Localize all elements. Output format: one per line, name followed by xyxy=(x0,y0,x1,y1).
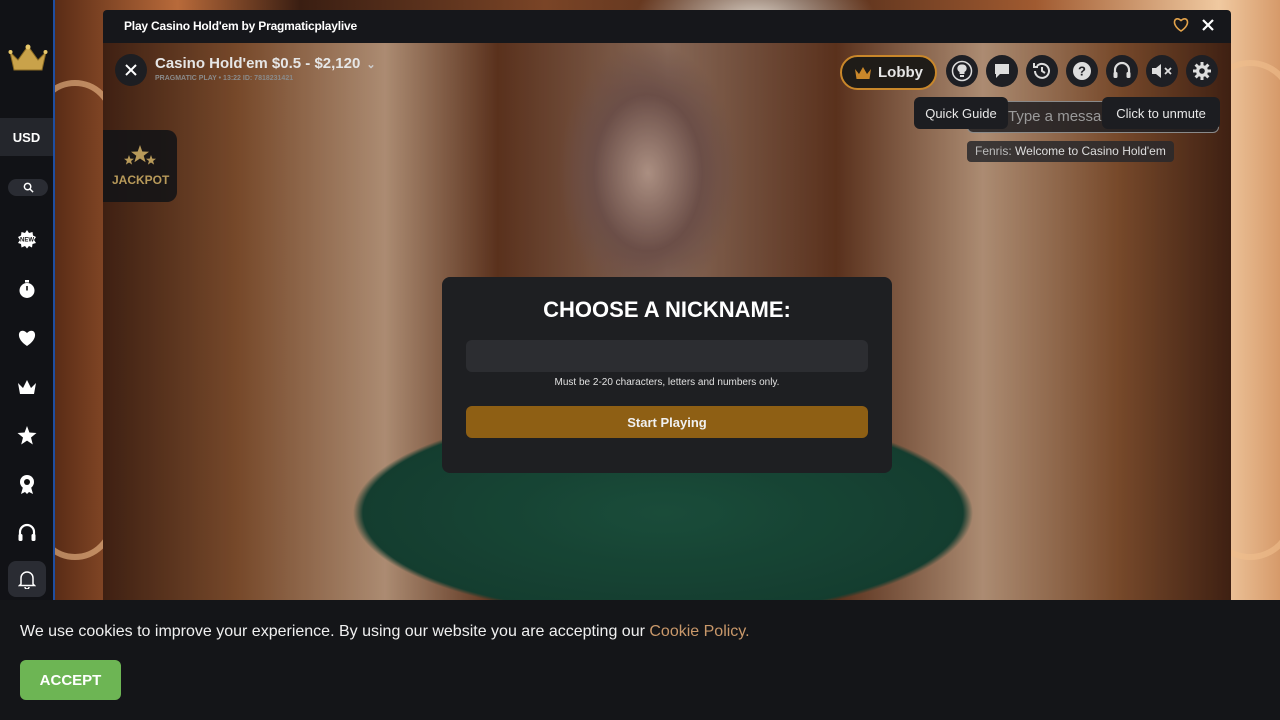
game-view: Casino Hold'em $0.5 - $2,120 ⌄ PRAGMATIC … xyxy=(103,43,1231,600)
search-icon xyxy=(23,182,34,193)
gear-icon xyxy=(1193,62,1211,80)
bell-icon xyxy=(18,570,36,589)
chat-icon xyxy=(995,64,1009,78)
help-icon: ? xyxy=(1073,62,1091,80)
new-badge-icon[interactable]: NEW xyxy=(14,226,40,252)
left-sidebar: USD NEW xyxy=(0,0,55,600)
close-icon xyxy=(125,64,137,76)
modal-title: CHOOSE A NICKNAME: xyxy=(543,297,791,322)
heart-icon[interactable] xyxy=(14,325,40,351)
jackpot-badge[interactable]: JACKPOT xyxy=(103,130,177,202)
support-button[interactable] xyxy=(1106,55,1138,87)
speaker-muted-icon xyxy=(1152,64,1172,78)
window-title: Play Casino Hold'em by Pragmaticplaylive xyxy=(124,19,357,33)
chat-text: Welcome to Casino Hold'em xyxy=(1015,144,1166,158)
nickname-modal: CHOOSE A NICKNAME: Must be 2-20 characte… xyxy=(442,277,892,473)
crown-icon xyxy=(855,66,871,79)
chat-message: Fenris: Welcome to Casino Hold'em xyxy=(967,141,1174,162)
game-name-label: Casino Hold'em $0.5 - $2,120 xyxy=(155,55,361,72)
window-titlebar: Play Casino Hold'em by Pragmaticplaylive xyxy=(103,10,1231,43)
close-window-icon[interactable] xyxy=(1201,18,1217,34)
quick-guide-tooltip: Quick Guide xyxy=(914,97,1008,129)
lobby-label: Lobby xyxy=(878,64,923,81)
help-button[interactable]: ? xyxy=(1066,55,1098,87)
headset-icon[interactable] xyxy=(14,520,40,546)
search-button[interactable] xyxy=(8,179,48,196)
cookie-policy-link[interactable]: Cookie Policy. xyxy=(649,623,749,640)
start-playing-button[interactable]: Start Playing xyxy=(466,406,868,438)
notifications-button[interactable] xyxy=(8,561,46,597)
favorite-heart-icon[interactable] xyxy=(1173,17,1191,35)
currency-selector[interactable]: USD xyxy=(0,118,53,156)
mute-toggle-button[interactable] xyxy=(1146,55,1178,87)
chevron-down-icon: ⌄ xyxy=(366,59,376,71)
nickname-hint: Must be 2-20 characters, letters and num… xyxy=(554,377,780,388)
stopwatch-icon[interactable] xyxy=(14,276,40,302)
cookie-message: We use cookies to improve your experienc… xyxy=(20,623,645,640)
lightbulb-icon xyxy=(951,60,973,82)
stars-icon xyxy=(124,145,156,165)
game-window: Play Casino Hold'em by Pragmaticplaylive… xyxy=(103,10,1231,600)
star-icon[interactable] xyxy=(14,422,40,448)
lobby-button[interactable]: Lobby xyxy=(840,55,937,90)
game-provider-info: PRAGMATIC PLAY • 13:22 ID: 7818231421 xyxy=(155,75,294,82)
crown-icon[interactable] xyxy=(14,374,40,400)
history-icon xyxy=(1033,62,1050,79)
nickname-input[interactable] xyxy=(466,340,868,372)
cookie-text: We use cookies to improve your experienc… xyxy=(20,623,750,641)
headset-icon xyxy=(1113,61,1131,78)
unmute-tooltip: Click to unmute xyxy=(1102,97,1220,129)
close-game-button[interactable] xyxy=(115,54,147,86)
history-button[interactable] xyxy=(1026,55,1058,87)
chat-author: Fenris: xyxy=(975,144,1012,158)
quick-guide-button[interactable] xyxy=(946,55,978,87)
svg-text:?: ? xyxy=(1078,64,1086,79)
crown-logo-icon[interactable] xyxy=(8,42,48,74)
award-icon[interactable] xyxy=(14,471,40,497)
game-name-dropdown[interactable]: Casino Hold'em $0.5 - $2,120 ⌄ xyxy=(155,55,376,72)
cookie-banner: We use cookies to improve your experienc… xyxy=(0,600,1280,720)
jackpot-label: JACKPOT xyxy=(112,173,170,187)
svg-text:NEW: NEW xyxy=(20,238,34,244)
chat-button[interactable] xyxy=(986,55,1018,87)
settings-button[interactable] xyxy=(1186,55,1218,87)
accept-cookies-button[interactable]: ACCEPT xyxy=(20,660,121,700)
